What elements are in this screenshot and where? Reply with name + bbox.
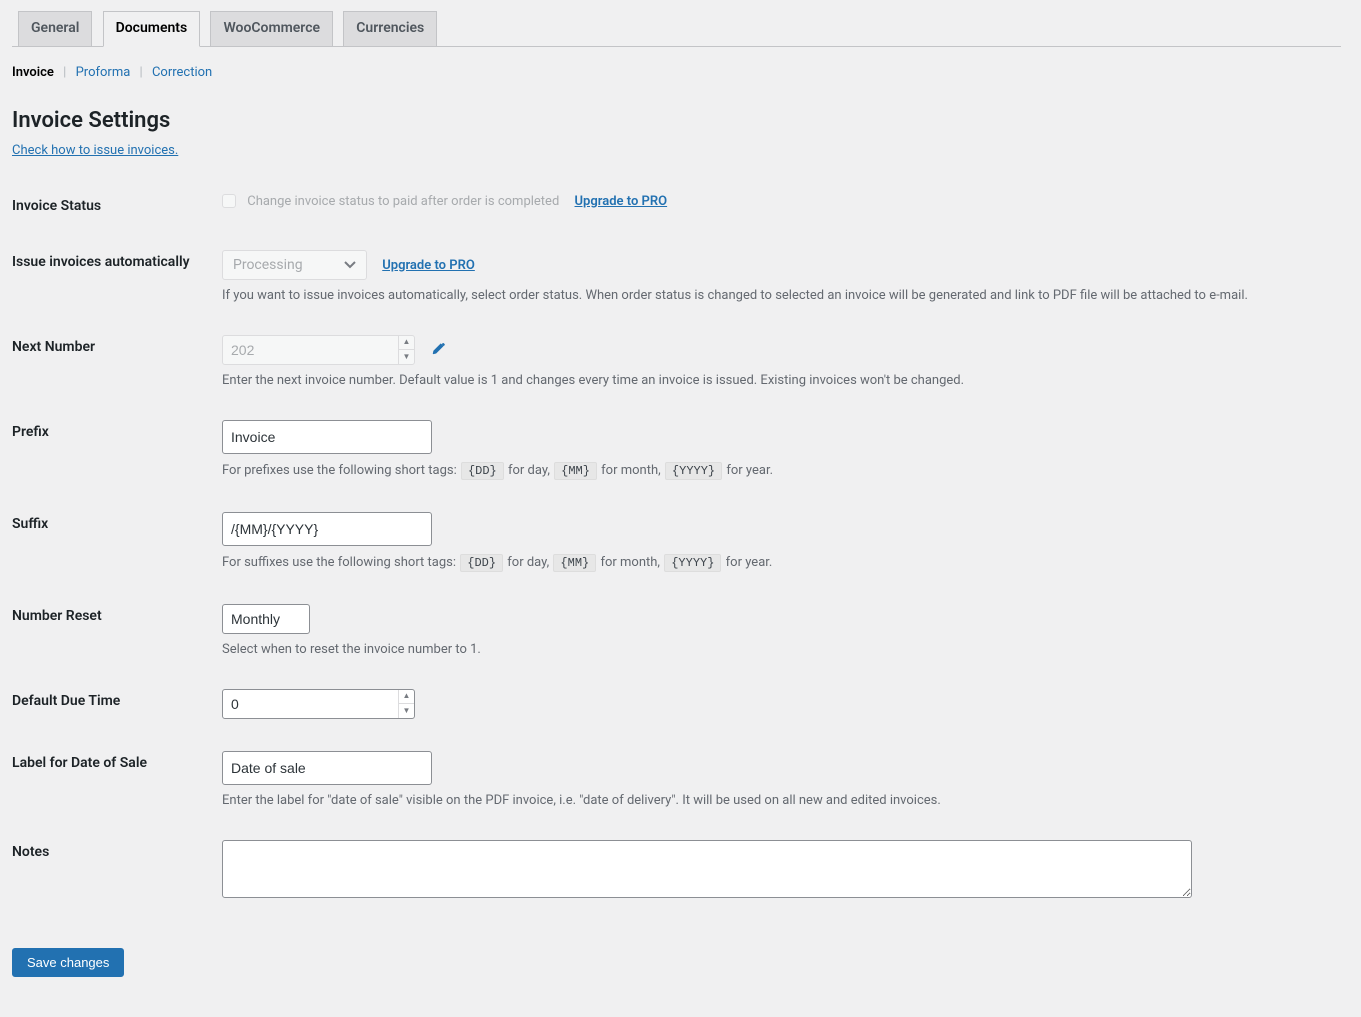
tag-dd-2: {DD}	[460, 554, 503, 572]
tag-mm: {MM}	[554, 462, 597, 480]
prefix-description: For prefixes use the following short tag…	[222, 462, 1331, 480]
subtab-proforma[interactable]: Proforma	[76, 65, 131, 80]
edit-icon[interactable]	[430, 341, 446, 361]
tab-currencies[interactable]: Currencies	[343, 11, 437, 46]
spinner-down-icon-2[interactable]: ▼	[399, 703, 414, 718]
default-due-field[interactable]	[223, 690, 398, 718]
notes-textarea[interactable]	[222, 840, 1192, 898]
notes-label: Notes	[12, 824, 212, 918]
issue-auto-label: Issue invoices automatically	[12, 234, 212, 319]
suffix-label: Suffix	[12, 496, 212, 588]
date-sale-input[interactable]	[222, 751, 432, 785]
issue-auto-description: If you want to issue invoices automatica…	[222, 288, 1331, 303]
subtab-correction[interactable]: Correction	[152, 65, 212, 80]
suffix-description: For suffixes use the following short tag…	[222, 554, 1331, 572]
separator-1: |	[57, 65, 72, 80]
number-reset-label: Number Reset	[12, 588, 212, 673]
spinner-up-icon-2[interactable]: ▲	[399, 690, 414, 704]
document-subtabs: Invoice | Proforma | Correction	[12, 65, 1341, 80]
tag-yyyy-2: {YYYY}	[664, 554, 721, 572]
submit-row: Save changes	[12, 948, 1341, 977]
prefix-input[interactable]	[222, 420, 432, 454]
main-tabs: General Documents WooCommerce Currencies	[12, 10, 1341, 47]
tag-mm-2: {MM}	[553, 554, 596, 572]
help-link[interactable]: Check how to issue invoices.	[12, 143, 178, 158]
next-number-input: ▲ ▼	[222, 335, 415, 365]
invoice-status-label: Invoice Status	[12, 178, 212, 234]
page-title: Invoice Settings	[12, 108, 1341, 133]
upgrade-link-1[interactable]: Upgrade to PRO	[575, 194, 668, 209]
prefix-label: Prefix	[12, 404, 212, 496]
tag-yyyy: {YYYY}	[665, 462, 722, 480]
spinner-up-icon: ▲	[399, 336, 414, 350]
issue-auto-value: Processing	[233, 257, 303, 273]
number-reset-select[interactable]: Monthly	[222, 604, 310, 634]
settings-form: Invoice Status Change invoice status to …	[12, 178, 1341, 918]
default-due-label: Default Due Time	[12, 673, 212, 735]
default-due-input[interactable]: ▲ ▼	[222, 689, 415, 719]
number-reset-description: Select when to reset the invoice number …	[222, 642, 1331, 657]
next-number-description: Enter the next invoice number. Default v…	[222, 373, 1331, 388]
suffix-input[interactable]	[222, 512, 432, 546]
invoice-status-checkbox-label: Change invoice status to paid after orde…	[247, 194, 559, 209]
subtab-invoice[interactable]: Invoice	[12, 65, 54, 80]
separator-2: |	[134, 65, 149, 80]
issue-auto-select: Processing	[222, 250, 367, 280]
spinner-down-icon: ▼	[399, 349, 414, 364]
tab-woocommerce[interactable]: WooCommerce	[210, 11, 333, 46]
tab-documents[interactable]: Documents	[103, 11, 201, 47]
save-button[interactable]: Save changes	[12, 948, 124, 977]
invoice-status-checkbox	[222, 194, 236, 208]
date-sale-description: Enter the label for "date of sale" visib…	[222, 793, 1331, 808]
date-sale-label: Label for Date of Sale	[12, 735, 212, 824]
tag-dd: {DD}	[461, 462, 504, 480]
next-number-field	[223, 336, 398, 364]
next-number-label: Next Number	[12, 319, 212, 404]
upgrade-link-2[interactable]: Upgrade to PRO	[382, 258, 475, 273]
tab-general[interactable]: General	[18, 11, 92, 46]
chevron-down-icon	[344, 257, 356, 273]
